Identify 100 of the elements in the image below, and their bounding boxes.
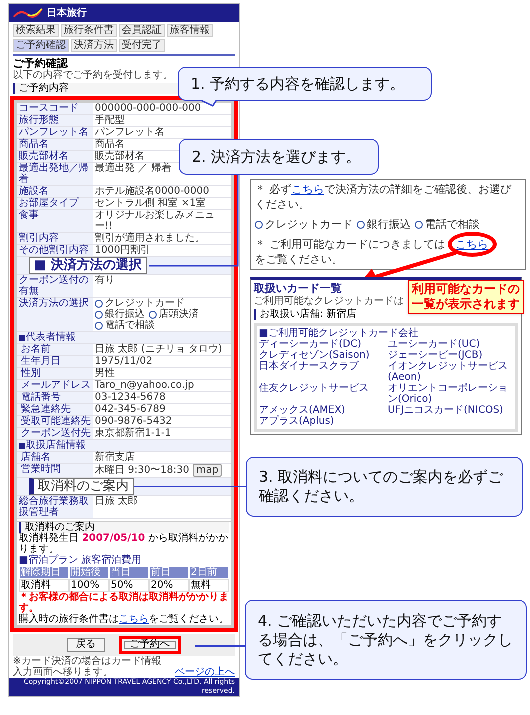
card-heading: ■ご利用可能クレジットカード会社	[259, 328, 418, 339]
field-label: 性別	[17, 368, 93, 379]
field-label: 店舗名	[17, 452, 93, 463]
map-button[interactable]: map	[193, 464, 222, 477]
card-company: オリエントコーポレーション(Orico)	[388, 383, 509, 405]
card-company: 日本ダイナースクラブ	[259, 361, 360, 374]
field-label: 販売部材名	[17, 151, 93, 162]
field-label: 旅行形態	[17, 115, 93, 126]
column-header: 前日	[149, 566, 189, 579]
group-heading: 代表者情報	[26, 332, 76, 343]
field-value: 000000-000-000-000	[95, 103, 202, 114]
field-label: 食事	[17, 210, 93, 232]
field-value: オリジナルお楽しみメニュー!!	[95, 210, 216, 232]
column-header: 2日前	[189, 566, 229, 579]
footer-note: ※カード決済の場合はカード情報入力画面へ移ります。	[13, 656, 162, 678]
field-label: 決済方法の選択	[17, 298, 93, 331]
callout-pointer	[199, 100, 219, 107]
swoosh-logo-icon	[13, 7, 43, 19]
action-button[interactable]: ご予約へ	[119, 636, 181, 654]
field-value: 1975/11/02	[95, 356, 153, 367]
intro-text: 以下の内容でご予約を受付します。	[12, 70, 174, 81]
square-bullet-icon	[19, 334, 25, 340]
table-cell: 50%	[109, 579, 149, 592]
link[interactable]: こちら	[292, 183, 324, 196]
field-label: お部屋タイプ	[17, 198, 93, 209]
radio-label: 銀行振込	[105, 309, 145, 320]
field-value: 日旅 太郎	[95, 496, 138, 507]
table-cell: 100%	[69, 579, 109, 592]
card-company: ディーシーカード(DC)	[259, 339, 362, 350]
field-label: 割引内容	[17, 233, 93, 244]
radio-button[interactable]	[415, 220, 423, 228]
field-label: 電話番号	[17, 392, 93, 403]
field-value: 090-9876-5432	[95, 416, 172, 427]
card-company: イオンクレジットサービス(Aeon)	[388, 361, 509, 383]
callout-box: 4. ご確認いただいた内容でご予約する場合は、「ご予約へ」をクリックしてください。	[245, 600, 527, 680]
radio-button[interactable]	[255, 220, 263, 228]
callout-box: 2. 決済方法を選びます。	[179, 139, 379, 175]
field-value: 男性	[95, 368, 115, 379]
panel-title: 取扱いカード一覧	[254, 282, 342, 296]
radio-label: 店頭決済	[159, 309, 199, 320]
field-value: 有り	[95, 275, 115, 286]
note-text: をご覧ください。	[255, 252, 343, 267]
field-label: コースコード	[17, 103, 93, 114]
field-value: 新宿支店	[95, 452, 135, 463]
field-value: 手配型	[95, 115, 125, 126]
field-value: 1000円割引	[95, 245, 150, 256]
leader-line	[195, 645, 247, 646]
field-value: 03-1234-5678	[95, 392, 166, 403]
action-button[interactable]: 戻る	[67, 638, 105, 652]
field-value: 割引が適用されました。	[95, 233, 205, 244]
field-label: クーポン送付先	[17, 428, 93, 439]
note-text: 購入時の旅行条件書はこちら をご覧ください。	[19, 614, 229, 625]
field-label: 商品名	[17, 139, 93, 150]
highlight-circle	[448, 232, 496, 257]
field-value: 販売部材名	[95, 151, 145, 162]
column-header: 解除期日	[19, 566, 69, 579]
radio-button[interactable]	[357, 220, 365, 228]
square-bullet-icon	[19, 442, 25, 448]
logo-text[interactable]: 日本旅行	[47, 8, 87, 18]
radio-button[interactable]	[95, 300, 103, 308]
callout-box: 3. 取消料についてのご案内を必ずご確認ください。	[246, 457, 523, 517]
field-label: 施設名	[17, 186, 93, 197]
field-value: 商品名	[95, 139, 125, 150]
note-text: ＊ ご利用可能なカードにつきましては	[255, 237, 446, 252]
field-label: お名前	[17, 344, 93, 355]
link[interactable]: こちら	[119, 614, 149, 625]
field-value: 日旅 太郎 (ニチリョ タロウ)	[95, 344, 222, 355]
page-title: ご予約確認	[12, 56, 70, 70]
radio-button[interactable]	[95, 310, 103, 318]
radio-label: 銀行振込	[367, 217, 411, 232]
field-label: 生年月日	[17, 356, 93, 367]
plan-heading: ■宿泊プラン 旅客宿泊費用	[19, 555, 143, 566]
field-label: パンフレット名	[17, 127, 93, 138]
field-label: 最適出発地／帰着	[17, 163, 93, 185]
field-label: メールアドレス	[17, 380, 93, 391]
field-label: 緊急連絡先	[17, 404, 93, 415]
card-company: ユーシーカード(UC)	[388, 339, 482, 350]
field-value: 042-345-6789	[95, 404, 166, 415]
cancel-date-text: 取消料発生日 2007/05/10 から取消料がかかります。	[19, 533, 229, 555]
field-value: Taro_n@yahoo.co.jp	[95, 380, 194, 391]
group-heading: 取扱店舗情報	[26, 440, 86, 451]
column-header: 開始後	[69, 566, 109, 579]
radio-button[interactable]	[95, 322, 103, 330]
card-company: 住友クレジットサービス	[259, 383, 370, 396]
field-value: ホテル施設名0000-0000	[95, 186, 210, 197]
table-cell: 無料	[189, 579, 229, 592]
field-label: 総合旅行業務取扱管理者	[17, 496, 93, 518]
link[interactable]: ページの上へ	[175, 667, 235, 678]
column-header: 当日	[109, 566, 149, 579]
zoom-label: 取消料のご案内	[29, 478, 134, 495]
link[interactable]: こちら	[456, 238, 488, 251]
field-value: 木曜日 9:30〜18:30	[95, 465, 190, 476]
radio-button[interactable]	[149, 310, 157, 318]
field-value: パンフレット名	[95, 127, 165, 138]
table-cell: 20%	[149, 579, 189, 592]
section-heading: 取消料のご案内	[19, 522, 229, 533]
store-heading: お取扱い店舗: 新宿店	[254, 309, 357, 320]
card-company: アプラス(Aplus)	[259, 416, 336, 427]
field-label: 営業時間	[17, 464, 93, 477]
table-cell: 取消料	[19, 579, 69, 592]
